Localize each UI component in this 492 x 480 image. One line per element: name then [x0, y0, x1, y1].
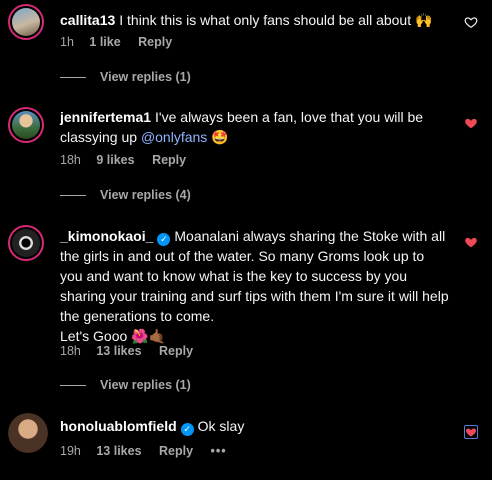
- divider: [60, 194, 86, 196]
- comment-text: I think this is what only fans should be…: [119, 12, 412, 28]
- timestamp: 18h: [60, 344, 81, 358]
- reply-button[interactable]: Reply: [138, 35, 172, 49]
- verified-badge-icon: ✓: [180, 423, 194, 436]
- likes-count[interactable]: 1 like: [89, 35, 120, 49]
- likes-count[interactable]: 13 likes: [96, 344, 141, 358]
- username[interactable]: callita13: [60, 12, 115, 28]
- comment-text: Ok slay: [197, 418, 245, 434]
- username[interactable]: honoluablomfield: [60, 418, 177, 434]
- likes-count[interactable]: 13 likes: [96, 444, 141, 458]
- username[interactable]: jennifertema1: [60, 109, 151, 125]
- divider: [60, 384, 86, 386]
- view-replies-button[interactable]: View replies (1): [60, 70, 191, 84]
- avatar[interactable]: [8, 107, 44, 143]
- heart-filled-icon[interactable]: [464, 116, 478, 130]
- heart-filled-icon[interactable]: [464, 425, 478, 439]
- likes-count[interactable]: 9 likes: [96, 153, 134, 167]
- timestamp: 1h: [60, 35, 74, 49]
- reply-button[interactable]: Reply: [152, 153, 186, 167]
- avatar[interactable]: [8, 4, 44, 40]
- emoji: 🙌: [415, 13, 433, 29]
- view-replies-label: View replies (1): [100, 70, 191, 84]
- mention-link[interactable]: @onlyfans: [141, 129, 207, 145]
- view-replies-button[interactable]: View replies (1): [60, 378, 191, 392]
- timestamp: 19h: [60, 444, 81, 458]
- view-replies-label: View replies (4): [100, 188, 191, 202]
- comment-text-line2: Let's Gooo: [60, 328, 128, 344]
- username[interactable]: _kimonokaoi_: [60, 228, 153, 244]
- heart-filled-icon[interactable]: [464, 235, 478, 249]
- view-replies-label: View replies (1): [100, 378, 191, 392]
- heart-outline-icon[interactable]: [464, 15, 478, 29]
- reply-button[interactable]: Reply: [159, 444, 193, 458]
- avatar[interactable]: [8, 413, 48, 453]
- view-replies-button[interactable]: View replies (4): [60, 188, 191, 202]
- more-options-icon[interactable]: •••: [211, 444, 227, 458]
- emoji: 🤩: [211, 130, 229, 146]
- emoji: 🌺🤙🏾: [131, 329, 167, 345]
- reply-button[interactable]: Reply: [159, 344, 193, 358]
- timestamp: 18h: [60, 153, 81, 167]
- divider: [60, 76, 86, 78]
- avatar[interactable]: [8, 225, 44, 261]
- verified-badge-icon: ✓: [157, 233, 171, 246]
